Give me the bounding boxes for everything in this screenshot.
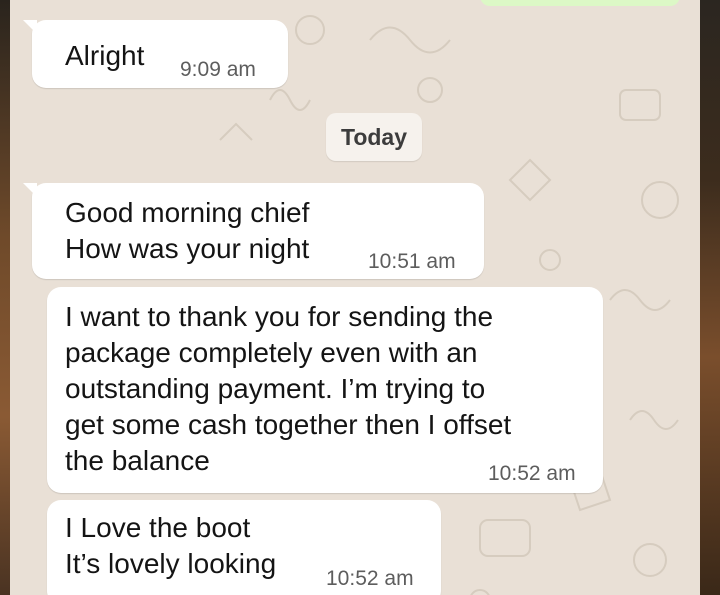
outgoing-message-bubble-partial[interactable] <box>480 0 680 6</box>
message-text: Good morning chief How was your night <box>65 197 310 264</box>
message-bubble[interactable]: Good morning chief How was your night 10… <box>23 183 484 279</box>
chat-background[interactable]: Alright 9:09 am Today Good morning chief… <box>10 0 700 595</box>
message-bubble[interactable]: I Love the boot It’s lovely looking 10:5… <box>47 500 441 595</box>
bubble-tail <box>23 20 37 34</box>
message-timestamp: 10:51 am <box>368 250 456 273</box>
message-text: Alright <box>65 40 145 71</box>
message-bubble[interactable]: Alright 9:09 am <box>23 20 288 88</box>
message-bubble[interactable]: I want to thank you for sending the pack… <box>47 287 603 493</box>
message-text: I Love the boot It’s lovely looking <box>65 512 277 579</box>
message-timestamp: 9:09 am <box>180 58 256 81</box>
date-divider: Today <box>326 113 422 161</box>
bubble-tail <box>23 183 37 197</box>
message-timestamp: 10:52 am <box>488 462 576 485</box>
message-text: I want to thank you for sending the pack… <box>65 301 512 476</box>
message-timestamp: 10:52 am <box>326 567 414 590</box>
